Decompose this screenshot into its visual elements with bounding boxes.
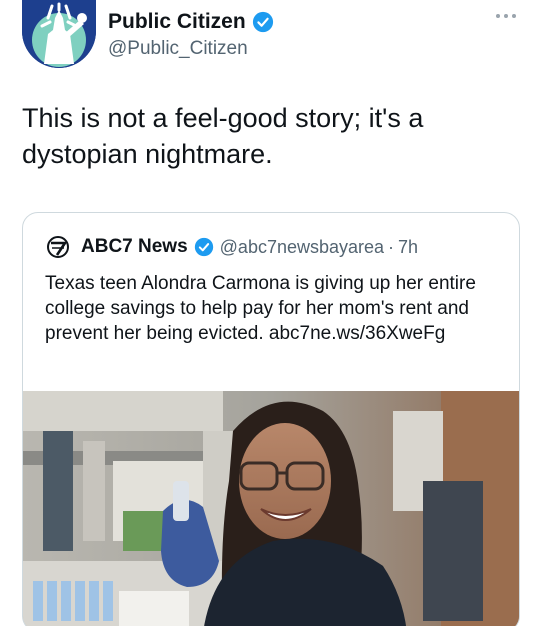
verified-badge-icon [194,237,213,257]
author-display-name[interactable]: Public Citizen [108,10,246,34]
quoted-display-name[interactable]: ABC7 News [81,236,188,258]
more-options-icon[interactable] [496,12,516,20]
quoted-tweet-card[interactable]: ABC7 News @abc7newsbayarea · 7h Texas te… [22,212,520,626]
separator-dot: · [388,236,395,257]
author-handle[interactable]: @Public_Citizen [108,38,248,60]
quoted-tweet-header: ABC7 News @abc7newsbayarea · 7h [45,235,418,259]
quoted-timestamp[interactable]: 7h [398,237,418,258]
abc7-logo-icon [47,236,69,258]
avatar[interactable] [22,0,96,68]
author-name-row[interactable]: Public Citizen [108,10,274,34]
quoted-tweet-text: Texas teen Alondra Carmona is giving up … [45,273,476,344]
statue-of-liberty-logo-icon [22,0,96,68]
quoted-handle[interactable]: @abc7newsbayarea [220,237,384,258]
verified-badge-icon [252,11,273,33]
lab-photo-student-smiling[interactable] [23,391,520,626]
tweet-text: This is not a feel-good story; it's a dy… [22,103,424,169]
